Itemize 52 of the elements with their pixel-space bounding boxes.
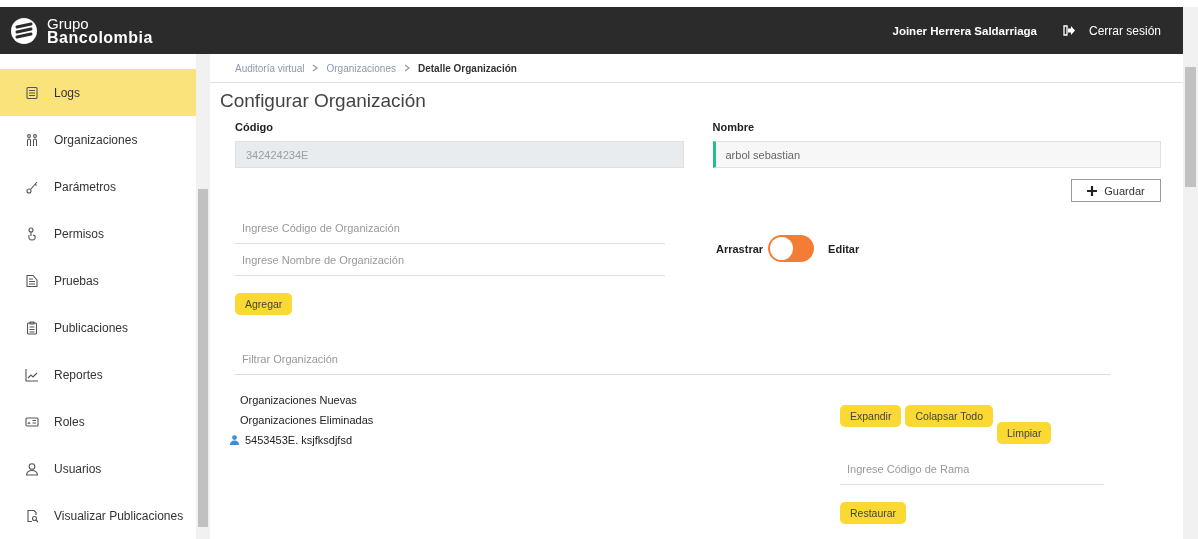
id-card-icon [25, 414, 39, 429]
tree-action-button[interactable]: Colapsar Todo [905, 405, 993, 427]
pointer-icon [25, 226, 39, 241]
switch-label: Editar [828, 242, 860, 255]
document-icon [25, 273, 39, 288]
brand-name: Grupo [47, 16, 89, 31]
logout-icon[interactable] [1062, 25, 1075, 36]
filter-field[interactable]: Filtrar Organización [235, 343, 1110, 375]
restore-button[interactable]: Restaurar [840, 502, 907, 524]
sidebar-item[interactable]: Roles [0, 398, 196, 445]
scrollbar[interactable] [1183, 7, 1198, 539]
sidebar-item[interactable]: Organizaciones [0, 116, 196, 163]
sidebar-item[interactable]: Permisos [0, 210, 196, 257]
chevron-icon [312, 64, 319, 72]
chevron-icon [403, 64, 410, 72]
chart-icon [25, 367, 39, 382]
save-button[interactable]: Guardar [1071, 179, 1161, 202]
sidebar-item[interactable]: Parámetros [0, 163, 196, 210]
tree-item[interactable]: Organizaciones Nuevas [240, 394, 840, 406]
page-title: Configurar Organización [220, 90, 427, 112]
logo-icon [10, 16, 38, 45]
user-icon [230, 435, 239, 445]
key-icon [25, 179, 39, 194]
sidebar-item[interactable]: Publicaciones [0, 304, 196, 351]
document-search-icon [25, 508, 39, 523]
field-label: Nombre [712, 121, 756, 133]
user-icon [25, 461, 39, 476]
tree-action-button[interactable]: Expandir [840, 405, 902, 427]
add-button[interactable]: Agregar [235, 293, 293, 315]
people-icon [25, 132, 39, 147]
field-label: Código [235, 121, 274, 133]
tree-item[interactable]: 5453453E. ksjfksdjfsd [245, 434, 352, 446]
tree-action-button[interactable]: Limpiar [997, 422, 1052, 444]
clipboard-icon [25, 320, 39, 335]
mode-switch[interactable] [768, 235, 815, 262]
code-input[interactable]: Ingrese Código de Organización [235, 212, 665, 244]
sidebar-item[interactable]: Usuarios [0, 445, 196, 492]
name-input[interactable]: Ingrese Nombre de Organización [235, 244, 665, 276]
user-name: Joiner Herrera Saldarriaga [892, 24, 1037, 37]
branch-code-input[interactable]: Ingrese Código de Rama [840, 453, 1104, 485]
sidebar-item[interactable]: Logs [0, 69, 196, 116]
scrollbar[interactable] [196, 54, 210, 539]
sidebar-item[interactable]: Reportes [0, 351, 196, 398]
name-field[interactable]: arbol sebastian [712, 141, 1161, 168]
switch-label: Arrastrar [716, 242, 764, 255]
notebook-icon [25, 85, 39, 100]
sidebar-item[interactable]: Pruebas [0, 257, 196, 304]
tree-item[interactable]: Organizaciones Eliminadas [240, 414, 840, 426]
sidebar-item[interactable]: Visualizar Publicaciones [0, 492, 196, 539]
logout-link[interactable]: Cerrar sesión [1088, 23, 1161, 38]
brand-name: Bancolombia [47, 30, 153, 45]
plus-icon [1087, 185, 1098, 196]
